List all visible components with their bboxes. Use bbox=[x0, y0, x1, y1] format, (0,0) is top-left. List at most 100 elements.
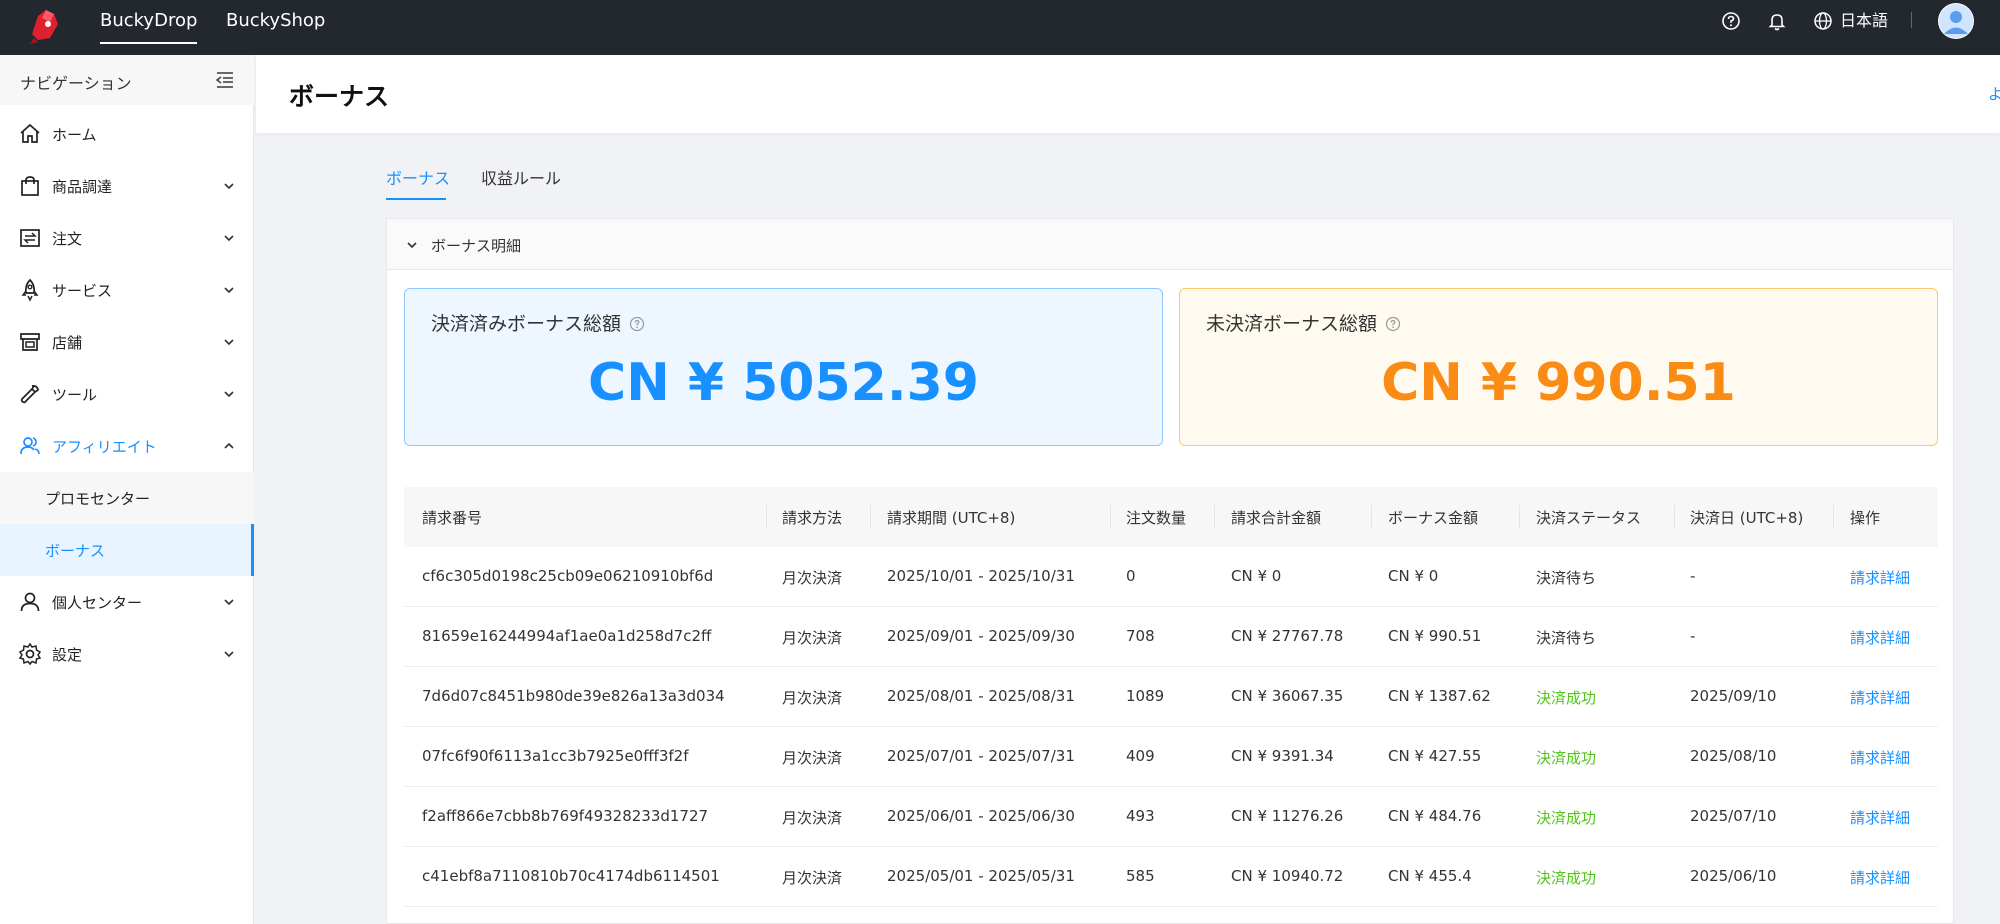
sidebar-subitem-label: ボーナス bbox=[45, 542, 106, 560]
sidebar: ナビゲーション ホーム 商品調達 注文 サービス 店舗 ツール アフィリエイト … bbox=[0, 55, 254, 924]
column-header: 請求方法 bbox=[782, 509, 843, 527]
cell-method: 月次決済 bbox=[782, 809, 843, 827]
sidebar-item-label: 個人センター bbox=[52, 594, 143, 612]
card-title: ボーナス明細 bbox=[431, 237, 522, 255]
cell-date: 2025/07/10 bbox=[1690, 807, 1777, 825]
tab-earning-rules[interactable]: 収益ルール bbox=[481, 165, 561, 189]
cell-qty: 585 bbox=[1126, 867, 1155, 885]
cell-invoice-id: 07fc6f90f6113a1cc3b7925e0fff3f2f bbox=[422, 747, 689, 765]
tab-bonus[interactable]: ボーナス bbox=[386, 165, 450, 189]
stat-label: 未決済ボーナス総額 bbox=[1206, 309, 1401, 336]
cell-invoice-id: f2aff866e7cbb8b769f49328233d1727 bbox=[422, 807, 709, 825]
cell-status: 決済待ち bbox=[1536, 629, 1597, 647]
sidebar-header: ナビゲーション bbox=[0, 55, 254, 105]
question-circle-icon[interactable] bbox=[1385, 316, 1401, 332]
column-header: 操作 bbox=[1850, 509, 1881, 527]
cell-status: 決済成功 bbox=[1536, 689, 1597, 707]
cell-total: CN ¥ 11276.26 bbox=[1231, 807, 1344, 825]
top-bar: BuckyDrop BuckyShop 日本語 bbox=[0, 0, 2000, 55]
cell-method: 月次決済 bbox=[782, 749, 843, 767]
sidebar-item-orders[interactable]: 注文 bbox=[0, 212, 254, 264]
sidebar-item-label: 注文 bbox=[52, 230, 83, 248]
stat-label-text: 未決済ボーナス総額 bbox=[1206, 313, 1378, 335]
card-header[interactable]: ボーナス明細 bbox=[387, 219, 1953, 270]
cell-total: CN ¥ 10940.72 bbox=[1231, 867, 1344, 885]
sidebar-subitem-promo-center[interactable]: プロモセンター bbox=[0, 472, 254, 524]
sidebar-item-label: ホーム bbox=[52, 126, 97, 144]
store-icon bbox=[20, 333, 40, 351]
top-nav-buckydrop[interactable]: BuckyDrop bbox=[100, 0, 198, 55]
cell-bonus: CN ¥ 990.51 bbox=[1388, 627, 1482, 645]
invoice-detail-link[interactable]: 請求詳細 bbox=[1850, 807, 1910, 828]
bell-icon[interactable] bbox=[1766, 10, 1788, 32]
order-icon bbox=[20, 229, 40, 247]
invoice-detail-link[interactable]: 請求詳細 bbox=[1850, 747, 1910, 768]
cell-bonus: CN ¥ 484.76 bbox=[1388, 807, 1482, 825]
sidebar-item-home[interactable]: ホーム bbox=[0, 108, 254, 160]
table-row: cf6c305d0198c25cb09e06210910bf6d 月次決済 20… bbox=[404, 547, 1938, 607]
table-row: 7d6d07c8451b980de39e826a13a3d034 月次決済 20… bbox=[404, 667, 1938, 727]
cell-invoice-id: 7d6d07c8451b980de39e826a13a3d034 bbox=[422, 687, 725, 705]
chevron-down-icon bbox=[224, 287, 234, 294]
sidebar-item-services[interactable]: サービス bbox=[0, 264, 254, 316]
column-header: ボーナス金額 bbox=[1388, 509, 1479, 527]
language-selector[interactable]: 日本語 bbox=[1840, 10, 1888, 32]
chevron-down-icon bbox=[224, 391, 234, 398]
cell-invoice-id: c41ebf8a7110810b70c4174db6114501 bbox=[422, 867, 720, 885]
unsettled-bonus-stat: 未決済ボーナス総額 CN ¥ 990.51 bbox=[1179, 288, 1938, 446]
sidebar-subitem-bonus[interactable]: ボーナス bbox=[0, 524, 254, 576]
invoice-detail-link[interactable]: 請求詳細 bbox=[1850, 627, 1910, 648]
table-row: f2aff866e7cbb8b769f49328233d1727 月次決済 20… bbox=[404, 787, 1938, 847]
cell-period: 2025/06/01 - 2025/06/30 bbox=[887, 807, 1075, 825]
invoice-detail-link[interactable]: 請求詳細 bbox=[1850, 867, 1910, 888]
cell-qty: 1089 bbox=[1126, 687, 1165, 705]
cell-period: 2025/09/01 - 2025/09/30 bbox=[887, 627, 1075, 645]
cell-bonus: CN ¥ 0 bbox=[1388, 567, 1439, 585]
header-link[interactable]: よ bbox=[1988, 83, 2000, 104]
sidebar-item-personal-center[interactable]: 個人センター bbox=[0, 576, 254, 628]
sidebar-item-label: 設定 bbox=[52, 646, 83, 664]
sidebar-item-label: アフィリエイト bbox=[52, 438, 157, 456]
sidebar-item-settings[interactable]: 設定 bbox=[0, 628, 254, 680]
column-header: 請求期間 (UTC+8) bbox=[887, 509, 1016, 527]
cell-qty: 409 bbox=[1126, 747, 1155, 765]
help-icon[interactable] bbox=[1720, 10, 1742, 32]
cell-qty: 708 bbox=[1126, 627, 1155, 645]
invoice-detail-link[interactable]: 請求詳細 bbox=[1850, 687, 1910, 708]
avatar[interactable] bbox=[1938, 3, 1974, 39]
cell-bonus: CN ¥ 455.4 bbox=[1388, 867, 1472, 885]
question-circle-icon[interactable] bbox=[629, 316, 645, 332]
top-nav-buckyshop[interactable]: BuckyShop bbox=[226, 0, 325, 55]
cell-qty: 493 bbox=[1126, 807, 1155, 825]
tab-active-indicator bbox=[386, 198, 446, 200]
stat-label: 決済済みボーナス総額 bbox=[431, 309, 645, 336]
invoice-detail-link[interactable]: 請求詳細 bbox=[1850, 567, 1910, 588]
cell-method: 月次決済 bbox=[782, 629, 843, 647]
column-divider bbox=[1110, 505, 1111, 529]
sidebar-item-store[interactable]: 店舗 bbox=[0, 316, 254, 368]
column-divider bbox=[1674, 505, 1675, 529]
column-header: 注文数量 bbox=[1126, 509, 1187, 527]
cell-bonus: CN ¥ 1387.62 bbox=[1388, 687, 1491, 705]
settled-bonus-value: CN ¥ 5052.39 bbox=[588, 353, 979, 413]
cell-date: 2025/08/10 bbox=[1690, 747, 1777, 765]
cell-status: 決済待ち bbox=[1536, 569, 1597, 587]
user-icon bbox=[20, 592, 40, 612]
sidebar-item-affiliate[interactable]: アフィリエイト bbox=[0, 420, 254, 472]
buckydrop-logo-icon[interactable] bbox=[24, 4, 68, 48]
sidebar-title: ナビゲーション bbox=[20, 74, 132, 93]
sidebar-item-sourcing[interactable]: 商品調達 bbox=[0, 160, 254, 212]
chevron-down-icon bbox=[224, 599, 234, 606]
menu-collapse-icon[interactable] bbox=[214, 69, 236, 91]
table-row: 81659e16244994af1ae0a1d258d7c2ff 月次決済 20… bbox=[404, 607, 1938, 667]
avatar-user-icon bbox=[1939, 4, 1973, 38]
globe-icon[interactable] bbox=[1812, 10, 1834, 32]
cell-invoice-id: 81659e16244994af1ae0a1d258d7c2ff bbox=[422, 627, 712, 645]
page-title: ボーナス bbox=[289, 82, 390, 111]
table-row: 07fc6f90f6113a1cc3b7925e0fff3f2f 月次決済 20… bbox=[404, 727, 1938, 787]
cell-date: 2025/09/10 bbox=[1690, 687, 1777, 705]
sidebar-item-tools[interactable]: ツール bbox=[0, 368, 254, 420]
stat-label-text: 決済済みボーナス総額 bbox=[431, 313, 622, 335]
cell-period: 2025/05/01 - 2025/05/31 bbox=[887, 867, 1075, 885]
chevron-down-icon bbox=[224, 235, 234, 242]
